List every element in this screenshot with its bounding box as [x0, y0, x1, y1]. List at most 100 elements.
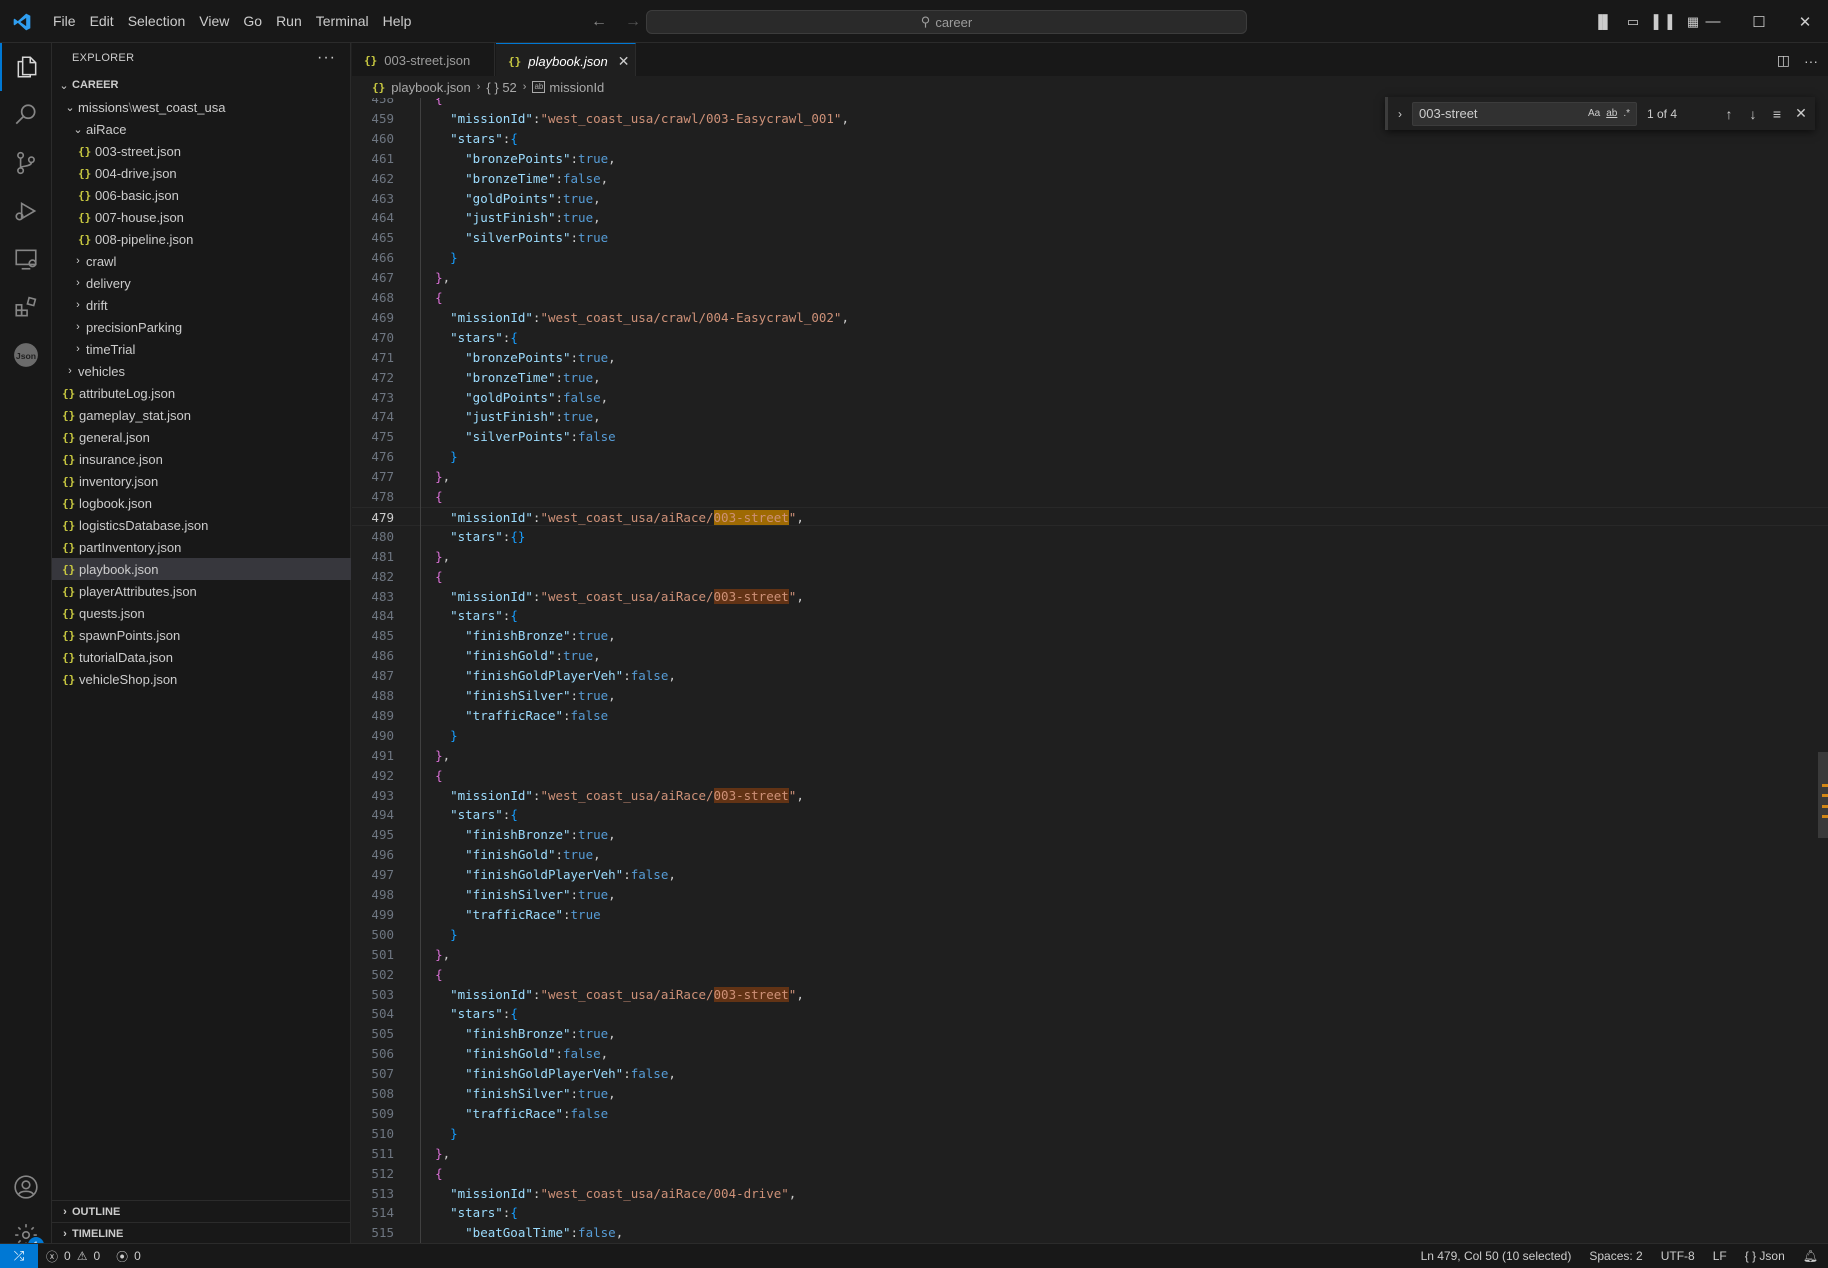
- code-line[interactable]: 465 "silverPoints":true: [352, 228, 1828, 247]
- code-line[interactable]: 463 "goldPoints":true,: [352, 189, 1828, 208]
- folder-item[interactable]: ⌄ missions \ west_coast_usa: [52, 96, 351, 118]
- code-line[interactable]: 497 "finishGoldPlayerVeh":false,: [352, 865, 1828, 884]
- file-item[interactable]: {} 004-drive.json: [52, 162, 351, 184]
- code-line[interactable]: 509 "trafficRace":false: [352, 1104, 1828, 1123]
- file-item[interactable]: {} playbook.json: [52, 558, 351, 580]
- file-item[interactable]: {} 006-basic.json: [52, 184, 351, 206]
- menu-help[interactable]: Help: [376, 0, 419, 43]
- code-line[interactable]: 495 "finishBronze":true,: [352, 825, 1828, 844]
- code-line[interactable]: 514 "stars":{: [352, 1203, 1828, 1222]
- code-line[interactable]: 462 "bronzeTime":false,: [352, 169, 1828, 188]
- file-item[interactable]: {} spawnPoints.json: [52, 624, 351, 646]
- close-find-icon[interactable]: ✕: [1789, 105, 1813, 122]
- toggle-secondary-sidebar-icon[interactable]: ▌▐: [1650, 9, 1676, 35]
- code-line[interactable]: 487 "finishGoldPlayerVeh":false,: [352, 666, 1828, 685]
- code-line[interactable]: 464 "justFinish":true,: [352, 208, 1828, 227]
- match-case-icon[interactable]: Aa: [1588, 108, 1600, 119]
- code-line[interactable]: 494 "stars":{: [352, 805, 1828, 824]
- code-line[interactable]: 475 "silverPoints":false: [352, 427, 1828, 446]
- file-item[interactable]: {} logbook.json: [52, 492, 351, 514]
- folder-item[interactable]: › vehicles: [52, 360, 351, 382]
- notifications-bell-icon[interactable]: 🔔︎: [1803, 1249, 1818, 1263]
- previous-match-icon[interactable]: ↑: [1717, 106, 1741, 122]
- remote-indicator-icon[interactable]: ⤮: [0, 1244, 38, 1268]
- accounts-icon[interactable]: [0, 1163, 52, 1211]
- command-center[interactable]: ⚲ career: [646, 10, 1247, 34]
- code-line[interactable]: 471 "bronzePoints":true,: [352, 348, 1828, 367]
- file-item[interactable]: {} inventory.json: [52, 470, 351, 492]
- errors-icon[interactable]: ⓧ: [46, 1248, 58, 1265]
- run-and-debug-icon[interactable]: [0, 187, 52, 235]
- menu-view[interactable]: View: [192, 0, 236, 43]
- file-item[interactable]: {} insurance.json: [52, 448, 351, 470]
- code-line[interactable]: 474 "justFinish":true,: [352, 407, 1828, 426]
- toggle-primary-sidebar-icon[interactable]: ▐▌: [1590, 9, 1616, 35]
- code-line[interactable]: 470 "stars":{: [352, 328, 1828, 347]
- split-editor-icon[interactable]: ◫: [1777, 52, 1790, 69]
- encoding[interactable]: UTF-8: [1661, 1249, 1695, 1263]
- maximize-icon[interactable]: ☐: [1736, 0, 1782, 43]
- indentation[interactable]: Spaces: 2: [1589, 1249, 1642, 1263]
- code-line[interactable]: 492 {: [352, 766, 1828, 785]
- code-line[interactable]: 505 "finishBronze":true,: [352, 1024, 1828, 1043]
- more-actions-icon[interactable]: ···: [1804, 53, 1818, 69]
- code-line[interactable]: 506 "finishGold":false,: [352, 1044, 1828, 1063]
- file-item[interactable]: {} attributeLog.json: [52, 382, 351, 404]
- file-item[interactable]: {} 003-street.json: [52, 140, 351, 162]
- toggle-panel-icon[interactable]: ▭: [1620, 9, 1646, 35]
- code-line[interactable]: 485 "finishBronze":true,: [352, 626, 1828, 645]
- find-in-selection-icon[interactable]: ≡: [1765, 106, 1789, 122]
- code-line[interactable]: 496 "finishGold":true,: [352, 845, 1828, 864]
- code-line[interactable]: 467 },: [352, 268, 1828, 287]
- code-line[interactable]: 491 },: [352, 746, 1828, 765]
- code-editor[interactable]: 458 {459 "missionId":"west_coast_usa/cra…: [352, 98, 1828, 1243]
- ports-count[interactable]: 0: [134, 1249, 141, 1263]
- folder-item[interactable]: › drift: [52, 294, 351, 316]
- code-line[interactable]: 461 "bronzePoints":true,: [352, 149, 1828, 168]
- search-icon[interactable]: [0, 91, 52, 139]
- back-arrow-icon[interactable]: ←: [588, 11, 610, 33]
- folder-item[interactable]: › timeTrial: [52, 338, 351, 360]
- file-item[interactable]: {} gameplay_stat.json: [52, 404, 351, 426]
- file-item[interactable]: {} partInventory.json: [52, 536, 351, 558]
- code-line[interactable]: 488 "finishSilver":true,: [352, 686, 1828, 705]
- tab-003-street[interactable]: {} 003-street.json: [352, 43, 495, 78]
- code-line[interactable]: 473 "goldPoints":false,: [352, 388, 1828, 407]
- file-item[interactable]: {} logisticsDatabase.json: [52, 514, 351, 536]
- close-tab-icon[interactable]: ✕: [618, 53, 630, 70]
- code-line[interactable]: 500 }: [352, 925, 1828, 944]
- code-line[interactable]: 490 }: [352, 726, 1828, 745]
- warning-icon[interactable]: ⚠: [77, 1249, 88, 1263]
- code-line[interactable]: 484 "stars":{: [352, 606, 1828, 625]
- code-line[interactable]: 468 {: [352, 288, 1828, 307]
- code-line[interactable]: 472 "bronzeTime":true,: [352, 368, 1828, 387]
- code-line[interactable]: 498 "finishSilver":true,: [352, 885, 1828, 904]
- folder-item[interactable]: › delivery: [52, 272, 351, 294]
- file-item[interactable]: {} general.json: [52, 426, 351, 448]
- code-line[interactable]: 493 "missionId":"west_coast_usa/aiRace/0…: [352, 786, 1828, 805]
- source-control-icon[interactable]: [0, 139, 52, 187]
- breadcrumb-leaf[interactable]: missionId: [549, 80, 604, 95]
- code-line[interactable]: 466 }: [352, 248, 1828, 267]
- workspace-root[interactable]: ⌄ CAREER: [52, 74, 351, 96]
- code-line[interactable]: 515 "beatGoalTime":false,: [352, 1223, 1828, 1242]
- code-line[interactable]: 512 {: [352, 1164, 1828, 1183]
- code-line[interactable]: 478 {: [352, 487, 1828, 506]
- code-line[interactable]: 503 "missionId":"west_coast_usa/aiRace/0…: [352, 985, 1828, 1004]
- code-line[interactable]: 486 "finishGold":true,: [352, 646, 1828, 665]
- explorer-icon[interactable]: [0, 43, 52, 91]
- close-window-icon[interactable]: ✕: [1782, 0, 1828, 43]
- menu-edit[interactable]: Edit: [83, 0, 121, 43]
- code-line[interactable]: 476 }: [352, 447, 1828, 466]
- code-line[interactable]: 507 "finishGoldPlayerVeh":false,: [352, 1064, 1828, 1083]
- breadcrumb-file[interactable]: playbook.json: [391, 80, 471, 95]
- cursor-position[interactable]: Ln 479, Col 50 (10 selected): [1421, 1249, 1572, 1263]
- json-extension-icon[interactable]: Json: [0, 331, 52, 379]
- file-item[interactable]: {} playerAttributes.json: [52, 580, 351, 602]
- code-line[interactable]: 460 "stars":{: [352, 129, 1828, 148]
- use-regex-icon[interactable]: .*: [1623, 108, 1630, 119]
- folder-item[interactable]: › crawl: [52, 250, 351, 272]
- end-of-line[interactable]: LF: [1713, 1249, 1727, 1263]
- find-input[interactable]: 003-street Aa ab .*: [1412, 101, 1637, 126]
- outline-section[interactable]: › OUTLINE: [52, 1200, 351, 1222]
